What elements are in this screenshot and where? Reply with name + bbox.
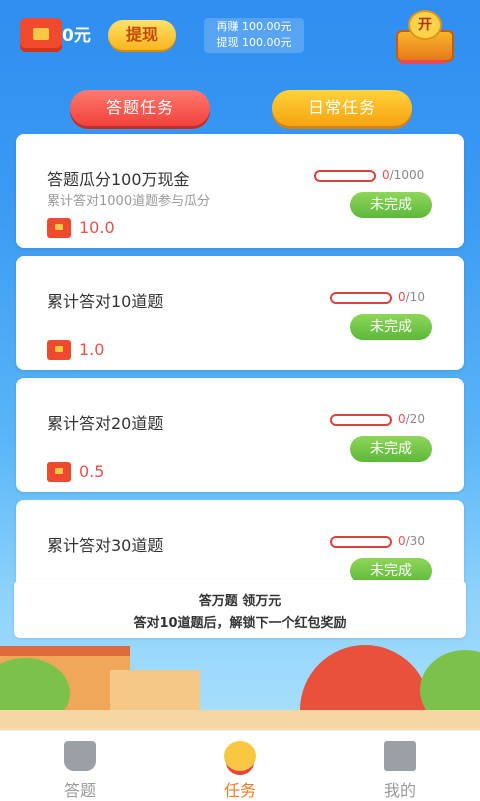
task-card: 累计答对30道题 0/30 未完成 bbox=[16, 500, 464, 590]
progress-count: 0/20 bbox=[398, 412, 425, 426]
progress-bar bbox=[330, 536, 392, 548]
progress-total: /1000 bbox=[389, 168, 425, 182]
progress-current: 0 bbox=[398, 412, 406, 426]
progress-current: 0 bbox=[398, 534, 406, 548]
task-status-button[interactable]: 未完成 bbox=[350, 314, 432, 340]
earn-more-text: 再赚 100.00元 bbox=[216, 20, 292, 33]
task-status-button[interactable]: 未完成 bbox=[350, 192, 432, 218]
progress-total: /20 bbox=[405, 412, 425, 426]
progress-bar bbox=[330, 292, 392, 304]
ground-illustration bbox=[0, 710, 480, 730]
progress-bar bbox=[330, 414, 392, 426]
nav-label: 任务 bbox=[223, 781, 256, 800]
red-envelope-icon bbox=[47, 462, 71, 482]
task-title: 累计答对10道题 bbox=[47, 292, 164, 311]
progress-bar bbox=[314, 170, 376, 182]
task-reward: 0.5 bbox=[79, 462, 105, 481]
unlock-notice: 答万题 领万元 答对10道题后，解锁下一个红包奖励 bbox=[14, 580, 466, 638]
chest-ribbon bbox=[400, 60, 446, 64]
task-card: 累计答对20道题 0.5 0/20 未完成 bbox=[16, 378, 464, 492]
progress-count: 0/10 bbox=[398, 290, 425, 304]
nav-item-quiz[interactable]: 答题 bbox=[20, 731, 140, 801]
tab-quiz-tasks[interactable]: 答题任务 bbox=[70, 90, 210, 126]
decorative-scene bbox=[0, 640, 480, 730]
task-card: 累计答对10道题 1.0 0/10 未完成 bbox=[16, 256, 464, 370]
notice-detail: 答对10道题后，解锁下一个红包奖励 bbox=[133, 616, 347, 631]
notice-headline: 答万题 领万元 bbox=[198, 594, 282, 609]
task-title: 答题瓜分100万现金 bbox=[47, 170, 190, 189]
withdraw-amount-text: 提现 100.00元 bbox=[216, 36, 292, 49]
nav-item-mine[interactable]: 我的 bbox=[340, 731, 460, 801]
earnings-summary: 再赚 100.00元 提现 100.00元 bbox=[204, 18, 304, 53]
progress-current: 0 bbox=[398, 290, 406, 304]
task-reward: 1.0 bbox=[79, 340, 105, 359]
chest-open-label: 开 bbox=[408, 10, 442, 40]
red-envelope-icon bbox=[20, 18, 62, 52]
medal-icon bbox=[224, 741, 256, 771]
progress-count: 0/1000 bbox=[382, 168, 424, 182]
task-reward: 10.0 bbox=[79, 218, 115, 237]
nav-label: 答题 bbox=[63, 781, 96, 800]
task-subtitle: 累计答对1000道题参与瓜分 bbox=[47, 194, 211, 209]
red-envelope-icon bbox=[47, 218, 71, 238]
trophy-icon bbox=[64, 741, 96, 771]
shop-icon bbox=[384, 741, 416, 771]
progress-count: 0/30 bbox=[398, 534, 425, 548]
balance-amount: 0元 bbox=[62, 26, 91, 46]
nav-item-tasks[interactable]: 任务 bbox=[180, 731, 300, 801]
task-card: 答题瓜分100万现金 累计答对1000道题参与瓜分 10.0 0/1000 未完… bbox=[16, 134, 464, 248]
treasure-chest-button[interactable]: 开 bbox=[392, 6, 454, 64]
task-title: 累计答对30道题 bbox=[47, 536, 164, 555]
task-status-button[interactable]: 未完成 bbox=[350, 436, 432, 462]
progress-total: /30 bbox=[405, 534, 425, 548]
withdraw-button[interactable]: 提现 bbox=[108, 20, 176, 50]
nav-label: 我的 bbox=[383, 781, 416, 800]
progress-current: 0 bbox=[382, 168, 390, 182]
header-bar: 0元 提现 再赚 100.00元 提现 100.00元 开 bbox=[0, 0, 480, 80]
progress-total: /10 bbox=[405, 290, 425, 304]
tab-daily-tasks[interactable]: 日常任务 bbox=[272, 90, 412, 126]
task-title: 累计答对20道题 bbox=[47, 414, 164, 433]
red-envelope-icon bbox=[47, 340, 71, 360]
bottom-nav: 答题 任务 我的 bbox=[0, 730, 480, 801]
